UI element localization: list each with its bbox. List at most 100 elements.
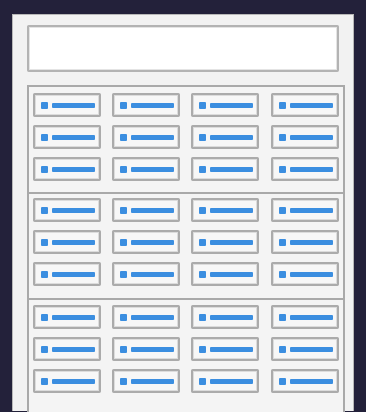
chip-marker-icon bbox=[120, 314, 127, 321]
field-chip[interactable] bbox=[271, 262, 339, 286]
field-row bbox=[33, 305, 339, 329]
field-chip[interactable] bbox=[271, 157, 339, 181]
field-row bbox=[33, 198, 339, 222]
chip-marker-icon bbox=[199, 346, 206, 353]
chip-marker-icon bbox=[279, 134, 286, 141]
chip-placeholder-bar bbox=[131, 379, 174, 384]
chip-placeholder-bar bbox=[210, 272, 253, 277]
chip-placeholder-bar bbox=[131, 167, 174, 172]
chip-marker-icon bbox=[120, 102, 127, 109]
field-group-1 bbox=[33, 93, 339, 183]
field-chip[interactable] bbox=[112, 369, 180, 393]
chip-placeholder-bar bbox=[290, 135, 333, 140]
chip-placeholder-bar bbox=[210, 167, 253, 172]
field-chip[interactable] bbox=[191, 305, 259, 329]
field-chip[interactable] bbox=[112, 125, 180, 149]
chip-placeholder-bar bbox=[210, 315, 253, 320]
chip-placeholder-bar bbox=[52, 103, 95, 108]
field-chip[interactable] bbox=[191, 157, 259, 181]
field-chip[interactable] bbox=[33, 125, 101, 149]
chip-marker-icon bbox=[41, 239, 48, 246]
chip-placeholder-bar bbox=[290, 315, 333, 320]
chip-placeholder-bar bbox=[290, 167, 333, 172]
field-chip[interactable] bbox=[271, 230, 339, 254]
field-chip[interactable] bbox=[191, 337, 259, 361]
chip-marker-icon bbox=[41, 102, 48, 109]
field-chip[interactable] bbox=[271, 305, 339, 329]
field-chip[interactable] bbox=[112, 198, 180, 222]
chip-placeholder-bar bbox=[131, 103, 174, 108]
chip-marker-icon bbox=[279, 346, 286, 353]
field-group-2 bbox=[33, 198, 339, 288]
chip-marker-icon bbox=[120, 346, 127, 353]
field-chip[interactable] bbox=[112, 337, 180, 361]
chip-marker-icon bbox=[279, 378, 286, 385]
chip-marker-icon bbox=[279, 207, 286, 214]
chip-placeholder-bar bbox=[52, 379, 95, 384]
chip-marker-icon bbox=[41, 207, 48, 214]
chip-placeholder-bar bbox=[52, 347, 95, 352]
chip-placeholder-bar bbox=[210, 379, 253, 384]
field-chip[interactable] bbox=[271, 369, 339, 393]
field-chip[interactable] bbox=[112, 305, 180, 329]
field-chip[interactable] bbox=[33, 305, 101, 329]
field-row bbox=[33, 157, 339, 181]
chip-marker-icon bbox=[199, 166, 206, 173]
chip-marker-icon bbox=[279, 239, 286, 246]
chip-marker-icon bbox=[41, 378, 48, 385]
chip-marker-icon bbox=[279, 314, 286, 321]
chip-placeholder-bar bbox=[52, 240, 95, 245]
chip-marker-icon bbox=[120, 134, 127, 141]
field-chip[interactable] bbox=[33, 369, 101, 393]
field-row bbox=[33, 125, 339, 149]
field-chip[interactable] bbox=[33, 230, 101, 254]
chip-placeholder-bar bbox=[52, 167, 95, 172]
chip-marker-icon bbox=[41, 134, 48, 141]
chip-placeholder-bar bbox=[131, 347, 174, 352]
chip-placeholder-bar bbox=[290, 379, 333, 384]
chip-placeholder-bar bbox=[210, 135, 253, 140]
chip-marker-icon bbox=[41, 166, 48, 173]
chip-marker-icon bbox=[199, 207, 206, 214]
field-chip[interactable] bbox=[271, 93, 339, 117]
form-panel bbox=[12, 14, 354, 412]
chip-placeholder-bar bbox=[131, 315, 174, 320]
chip-marker-icon bbox=[199, 239, 206, 246]
chip-placeholder-bar bbox=[52, 315, 95, 320]
chip-placeholder-bar bbox=[131, 135, 174, 140]
chip-marker-icon bbox=[199, 102, 206, 109]
field-chip[interactable] bbox=[191, 93, 259, 117]
chip-placeholder-bar bbox=[52, 208, 95, 213]
field-chip[interactable] bbox=[33, 337, 101, 361]
field-chip[interactable] bbox=[33, 198, 101, 222]
top-text-field[interactable] bbox=[27, 25, 339, 72]
field-chip[interactable] bbox=[191, 369, 259, 393]
chip-marker-icon bbox=[199, 271, 206, 278]
field-row bbox=[33, 262, 339, 286]
field-chip[interactable] bbox=[271, 125, 339, 149]
field-chip[interactable] bbox=[271, 198, 339, 222]
field-chip[interactable] bbox=[112, 157, 180, 181]
field-chip[interactable] bbox=[112, 93, 180, 117]
field-chip[interactable] bbox=[33, 157, 101, 181]
field-row bbox=[33, 230, 339, 254]
field-chip[interactable] bbox=[191, 230, 259, 254]
field-chip[interactable] bbox=[112, 230, 180, 254]
chip-marker-icon bbox=[41, 346, 48, 353]
field-chip[interactable] bbox=[271, 337, 339, 361]
field-chip[interactable] bbox=[191, 198, 259, 222]
chip-marker-icon bbox=[279, 166, 286, 173]
chip-placeholder-bar bbox=[290, 272, 333, 277]
field-chip[interactable] bbox=[191, 125, 259, 149]
field-chip[interactable] bbox=[33, 93, 101, 117]
field-row bbox=[33, 337, 339, 361]
chip-marker-icon bbox=[120, 166, 127, 173]
group-divider bbox=[29, 192, 343, 194]
chip-placeholder-bar bbox=[210, 208, 253, 213]
chip-placeholder-bar bbox=[290, 103, 333, 108]
field-chip[interactable] bbox=[33, 262, 101, 286]
field-chip[interactable] bbox=[112, 262, 180, 286]
chip-placeholder-bar bbox=[210, 347, 253, 352]
field-chip[interactable] bbox=[191, 262, 259, 286]
chip-placeholder-bar bbox=[52, 272, 95, 277]
